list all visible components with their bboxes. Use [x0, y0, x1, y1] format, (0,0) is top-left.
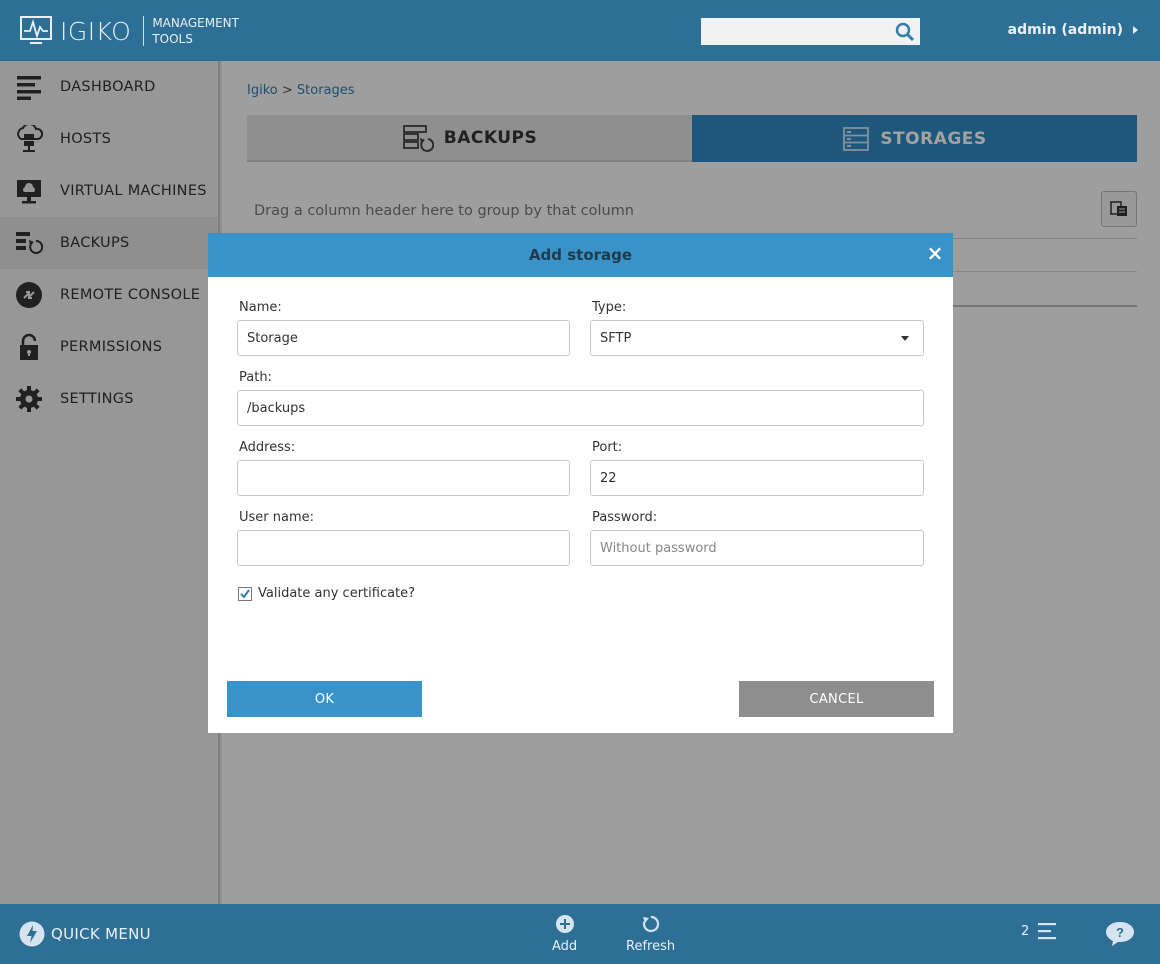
svg-text:?: ?	[1116, 925, 1124, 940]
tagline-line-1: MANAGEMENT	[152, 16, 239, 30]
address-field[interactable]	[237, 460, 570, 496]
tagline-line-2: TOOLS	[152, 32, 193, 46]
cancel-button[interactable]: CANCEL	[739, 681, 934, 717]
checkmark-icon	[240, 588, 250, 599]
task-list-button[interactable]: 2	[1021, 922, 1057, 940]
lightning-icon	[19, 921, 45, 947]
port-field[interactable]: 22	[590, 460, 924, 496]
logo-divider	[143, 16, 145, 46]
add-button[interactable]: Add	[552, 914, 577, 954]
refresh-label: Refresh	[626, 939, 676, 954]
search-input[interactable]	[701, 18, 920, 45]
chevron-down-icon	[901, 336, 909, 341]
username-field[interactable]	[237, 530, 570, 566]
bottom-bar: QUICK MENU Add Refresh 2 ?	[0, 904, 1160, 964]
brand-name: IGIKO	[60, 16, 132, 46]
close-icon[interactable]: ×	[925, 243, 945, 263]
type-dropdown[interactable]: SFTP	[590, 320, 924, 356]
validate-certificate-checkbox[interactable]: Validate any certificate?	[238, 586, 415, 601]
type-label: Type:	[592, 300, 627, 315]
help-icon: ?	[1106, 922, 1134, 946]
checkbox-box[interactable]	[238, 586, 252, 601]
add-label: Add	[552, 939, 578, 954]
brand-tagline: MANAGEMENT TOOLS	[152, 15, 239, 47]
logo-icon	[20, 16, 52, 44]
username-label: User name:	[239, 510, 315, 525]
dialog-header: Add storage ×	[208, 233, 953, 277]
path-field[interactable]: /backups	[237, 390, 924, 426]
top-bar: IGIKO MANAGEMENT TOOLS admin (admin)	[0, 0, 1160, 61]
type-value: SFTP	[600, 330, 632, 346]
validate-certificate-label: Validate any certificate?	[258, 586, 416, 601]
task-count: 2	[1021, 923, 1030, 939]
name-label: Name:	[239, 300, 282, 315]
password-label: Password:	[592, 510, 658, 525]
task-list-icon	[1038, 923, 1057, 940]
ok-button[interactable]: OK	[227, 681, 422, 717]
app-logo[interactable]: IGIKO MANAGEMENT TOOLS	[20, 15, 239, 47]
search-button[interactable]	[893, 20, 917, 44]
address-label: Address:	[239, 440, 296, 455]
dialog-title: Add storage	[528, 246, 633, 264]
password-field[interactable]: Without password	[590, 530, 924, 566]
plus-circle-icon	[555, 915, 574, 933]
name-field[interactable]: Storage	[237, 320, 570, 356]
caret-right-icon	[1133, 26, 1138, 34]
user-name: admin (admin)	[1007, 22, 1123, 38]
refresh-button[interactable]: Refresh	[626, 914, 675, 954]
help-button[interactable]: ?	[1104, 920, 1136, 952]
port-label: Port:	[592, 440, 623, 455]
quick-menu-label: QUICK MENU	[51, 925, 151, 943]
add-storage-dialog: Add storage × Name: Storage Type: SFTP P…	[208, 233, 953, 733]
search-icon	[895, 22, 915, 42]
path-label: Path:	[239, 370, 272, 385]
quick-menu-button[interactable]: QUICK MENU	[19, 921, 151, 947]
refresh-icon	[642, 915, 659, 933]
user-menu[interactable]: admin (admin)	[1008, 22, 1138, 38]
